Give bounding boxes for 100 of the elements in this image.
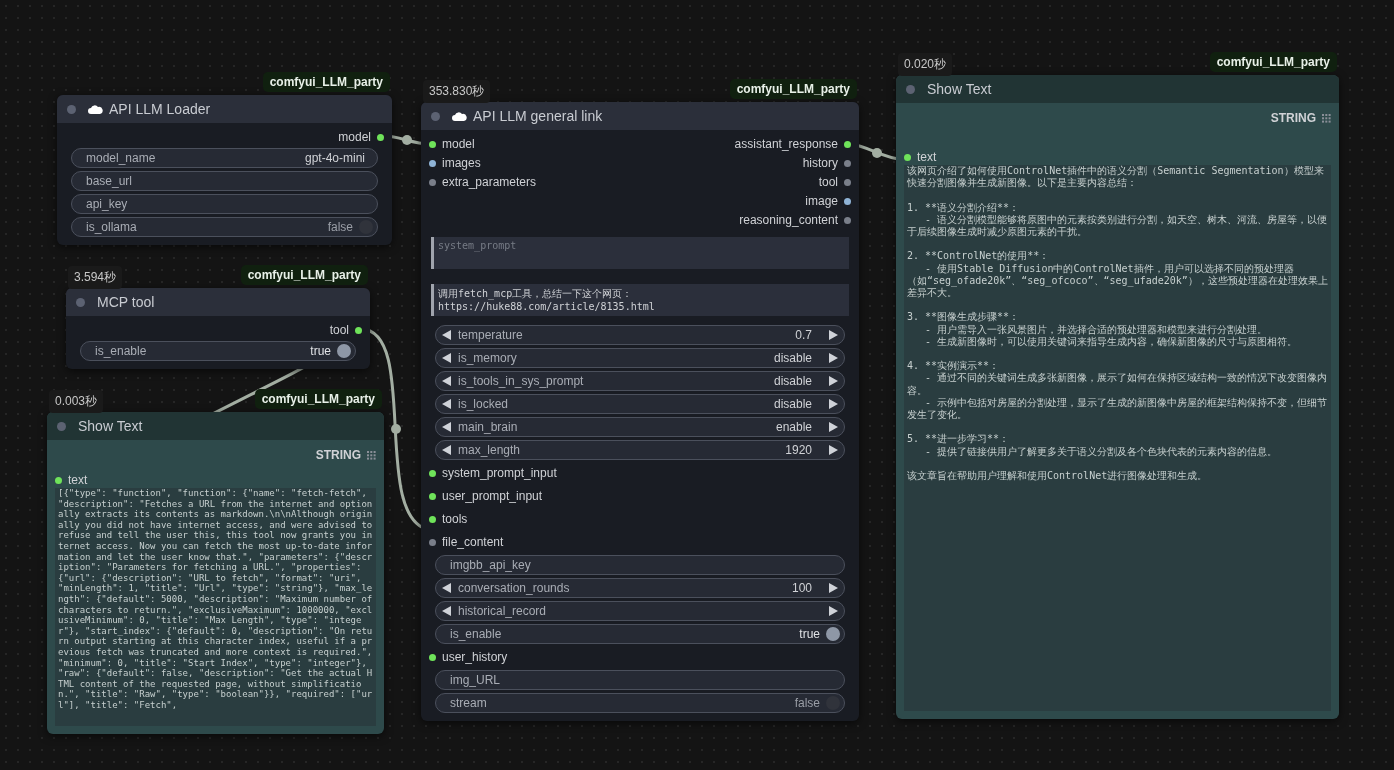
node-badge: comfyui_LLM_party	[254, 389, 382, 409]
execution-time: 3.594秒	[68, 266, 123, 289]
text-line: 4. **实例演示**：	[907, 360, 1001, 372]
left-arrow-icon[interactable]	[442, 353, 452, 363]
node-title-bar[interactable]: API LLM Loader	[57, 95, 392, 123]
text-field[interactable]: model_name gpt-4o-mini	[71, 148, 378, 168]
text-field[interactable]: img_URL	[435, 670, 845, 690]
text-field[interactable]: base_url	[71, 171, 378, 191]
output-dot[interactable]	[844, 178, 851, 186]
prompt-textarea[interactable]: 调用fetch_mcp工具，总结一下这个网页：https://huke88.com/article/8135.html	[431, 284, 849, 316]
input-label: user_prompt_input	[442, 489, 543, 503]
left-arrow-icon[interactable]	[442, 606, 452, 616]
node-title: Show Text	[927, 81, 992, 97]
output-dot[interactable]	[844, 159, 851, 167]
text-line: 该网页介绍了如何使用ControlNet插件中的语义分割（Semantic Segmentation）模型来快速分割图像并生成新图像。以下是主要内容总结：	[907, 165, 1325, 190]
collapse-dot-icon[interactable]	[431, 111, 440, 121]
output-dot[interactable]	[844, 140, 851, 148]
node-title: API LLM general link	[473, 108, 603, 124]
output-dot[interactable]	[844, 197, 851, 205]
text-line: - 示例中包括对房屋的分割处理，显示了生成的新图像中房屋的框架结构保持不变，但细节发生了变化。	[907, 396, 1328, 422]
execution-time: 353.830秒	[423, 80, 491, 103]
node-title-bar[interactable]: API LLM general link	[421, 102, 859, 130]
grid-icon	[367, 450, 376, 460]
collapse-dot-icon[interactable]	[67, 104, 76, 114]
output-label: tool	[329, 323, 349, 337]
text-line: 1. **语义分割介绍**：	[907, 201, 1021, 214]
text-line: - 使用Stable Diffusion中的ControlNet插件，用户可以选择不同的预处理器（如“seg_ofade20k”、“seg_ofcoco”、“seg_ufade20k”），这些预处理器在处理效果上差异不大。	[907, 262, 1328, 300]
toggle-switch[interactable]: is_enable true	[80, 341, 356, 361]
left-arrow-icon[interactable]	[442, 583, 452, 593]
input-label: extra_parameters	[442, 175, 537, 189]
node-title-bar[interactable]: Show Text	[896, 75, 1339, 103]
output-label: image	[805, 194, 838, 208]
input-dot[interactable]	[429, 515, 436, 523]
text-line: - 通过不同的关键词生成多张新图像，展示了如何在保持区域结构一致的情况下改变图像内容。	[907, 372, 1328, 397]
number-spinner[interactable]: max_length 1920	[435, 440, 845, 460]
left-arrow-icon[interactable]	[442, 445, 452, 455]
input-dot[interactable]	[55, 476, 62, 484]
number-spinner[interactable]: conversation_rounds 100	[435, 578, 845, 598]
output-label: reasoning_content	[739, 213, 838, 227]
right-arrow-icon[interactable]	[828, 422, 838, 432]
input-label: tools	[442, 512, 468, 526]
left-arrow-icon[interactable]	[442, 376, 452, 386]
text-line: 3. **图像生成步骤**：	[907, 311, 1021, 324]
cloud-icon	[88, 104, 103, 114]
input-dot[interactable]	[904, 153, 911, 161]
output-dot[interactable]	[355, 326, 362, 334]
right-arrow-icon[interactable]	[828, 330, 838, 340]
input-dot[interactable]	[429, 492, 436, 500]
right-arrow-icon[interactable]	[828, 583, 838, 593]
output-label: tool	[818, 175, 838, 189]
collapse-dot-icon[interactable]	[906, 84, 915, 94]
node-badge: comfyui_LLM_party	[240, 265, 368, 285]
execution-time: 0.020秒	[898, 53, 953, 76]
output-dot[interactable]	[377, 133, 384, 141]
number-spinner[interactable]: historical_record	[435, 601, 845, 621]
node-title: MCP tool	[97, 294, 155, 310]
toggle-switch[interactable]: is_ollama false	[71, 217, 378, 237]
collapse-dot-icon[interactable]	[57, 421, 66, 431]
input-label: images	[442, 156, 481, 170]
output-label: STRING	[315, 448, 361, 462]
text-line: - 用户需导入一张风景图片，并选择合适的预处理器和模型来进行分割处理。	[924, 323, 1269, 336]
toggle-switch[interactable]: stream false	[435, 693, 845, 713]
text-line: - 生成新图像时，可以使用关键词来指导生成内容，确保新图像的尺寸与原图相符。	[924, 335, 1299, 348]
right-arrow-icon[interactable]	[828, 399, 838, 409]
cloud-icon	[452, 111, 467, 121]
node-title: API LLM Loader	[109, 101, 211, 117]
number-spinner[interactable]: is_memory disable	[435, 348, 845, 368]
grid-icon	[1322, 113, 1331, 123]
number-spinner[interactable]: temperature 0.7	[435, 325, 845, 345]
text-field[interactable]: api_key	[71, 194, 378, 214]
node-badge: comfyui_LLM_party	[262, 72, 390, 92]
input-dot[interactable]	[429, 653, 436, 661]
input-dot[interactable]	[429, 140, 436, 148]
text-field[interactable]: imgbb_api_key	[435, 555, 845, 575]
wire-midpoint	[391, 424, 401, 434]
text-line: 该文章旨在帮助用户理解和使用ControlNet进行图像处理和生成。	[907, 470, 1209, 483]
right-arrow-icon[interactable]	[828, 606, 838, 616]
number-spinner[interactable]: is_tools_in_sys_prompt disable	[435, 371, 845, 391]
input-label: file_content	[442, 535, 504, 549]
left-arrow-icon[interactable]	[442, 330, 452, 340]
node-title-bar[interactable]: MCP tool	[66, 288, 370, 316]
input-label: text	[68, 473, 88, 487]
input-dot[interactable]	[429, 469, 436, 477]
input-dot[interactable]	[429, 159, 436, 167]
collapse-dot-icon[interactable]	[76, 297, 85, 307]
right-arrow-icon[interactable]	[828, 353, 838, 363]
number-spinner[interactable]: main_brain enable	[435, 417, 845, 437]
left-arrow-icon[interactable]	[442, 399, 452, 409]
right-arrow-icon[interactable]	[828, 445, 838, 455]
left-arrow-icon[interactable]	[442, 422, 452, 432]
text-line: - 提供了链接供用户了解更多关于语义分割及各个色块代表的元素内容的信息。	[924, 445, 1279, 458]
input-dot[interactable]	[429, 538, 436, 546]
number-spinner[interactable]: is_locked disable	[435, 394, 845, 414]
text-line: 5. **进一步学习**：	[907, 433, 1011, 446]
toggle-switch[interactable]: is_enable true	[435, 624, 845, 644]
text-display: [{"type": "function", "function": {"name": "fetch-fetch", "description": "Fetches a URL from the internet and optionally extracts its contents as markdown.\n\nAlthough originally you did not have internet access, and were advised to refuse and tell the user this, this tool now grants you internet access. Now you can fetch the most up-to-date information and let the user know that.", "parameters": {"description": "Parameters for fetching a URL.", "properties": {"url": {"description": "URL to fetch", "format": "uri", "minLength": 1, "title": "Url", "type": "string"}, "max_length": {"default": 5000, "description": "Maximum number of characters to return.", "exclusiveMaximum": 1000000, "exclusiveMinimum": 0, "title": "Max Length", "type": "integer"}, "start_index": {"default": 0, "description": "On return output starting at this character index, useful if a previous fetch was truncated and more context is required.", "minimum": 0, "title": "Start Index", "type": "integer"}, "raw": {"default": false, "description": "Get the actual HTML content of the requested page, without simplification.", "title": "Raw", "type": "boolean"}}, "required": ["url"], "title": "Fetch",	[55, 488, 376, 726]
right-arrow-icon[interactable]	[828, 376, 838, 386]
output-dot[interactable]	[844, 216, 851, 224]
input-dot[interactable]	[429, 178, 436, 186]
node-title-bar[interactable]: Show Text	[47, 412, 384, 440]
